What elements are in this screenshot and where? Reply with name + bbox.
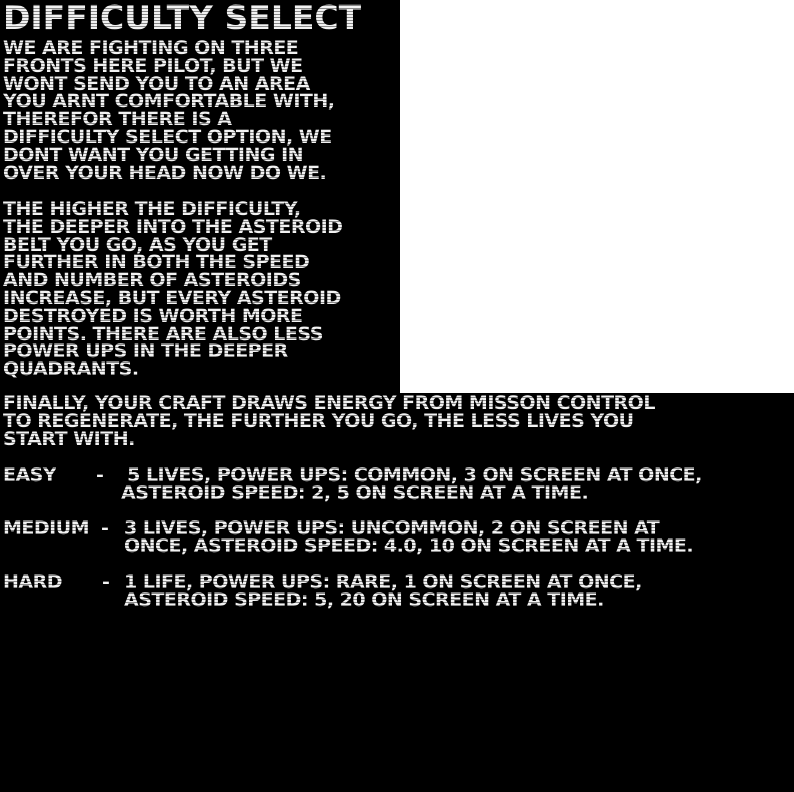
difficulty-description: 3 LIVES, POWER UPS: UNCOMMON, 2 ON SCREE…	[124, 517, 694, 557]
screen-title: DIFFICULTY SELECT	[3, 0, 362, 37]
difficulty-separator: -	[96, 464, 104, 486]
difficulty-option-medium[interactable]: MEDIUM - 3 LIVES, POWER UPS: UNCOMMON, 2…	[0, 519, 794, 559]
energy-paragraph: FINALLY, YOUR CRAFT DRAWS ENERGY FROM MI…	[3, 392, 655, 450]
difficulty-name: HARD	[3, 571, 63, 593]
difficulty-name: MEDIUM	[3, 517, 90, 539]
difficulty-separator: -	[102, 571, 110, 593]
difficulty-name: EASY	[3, 464, 57, 486]
difficulty-separator: -	[101, 517, 109, 539]
game-screen: DIFFICULTY SELECT WE ARE FIGHTING ON THR…	[0, 0, 794, 792]
difficulty-description: 1 LIFE, POWER UPS: RARE, 1 ON SCREEN AT …	[124, 571, 642, 611]
difficulty-option-easy[interactable]: EASY - 5 LIVES, POWER UPS: COMMON, 3 ON …	[0, 466, 794, 506]
explanation-paragraph: THE HIGHER THE DIFFICULTY, THE DEEPER IN…	[3, 198, 343, 381]
difficulty-option-hard[interactable]: HARD - 1 LIFE, POWER UPS: RARE, 1 ON SCR…	[0, 573, 794, 613]
blank-panel	[400, 0, 794, 393]
intro-paragraph: WE ARE FIGHTING ON THREE FRONTS HERE PIL…	[3, 37, 335, 184]
difficulty-description: 5 LIVES, POWER UPS: COMMON, 3 ON SCREEN …	[121, 464, 702, 504]
